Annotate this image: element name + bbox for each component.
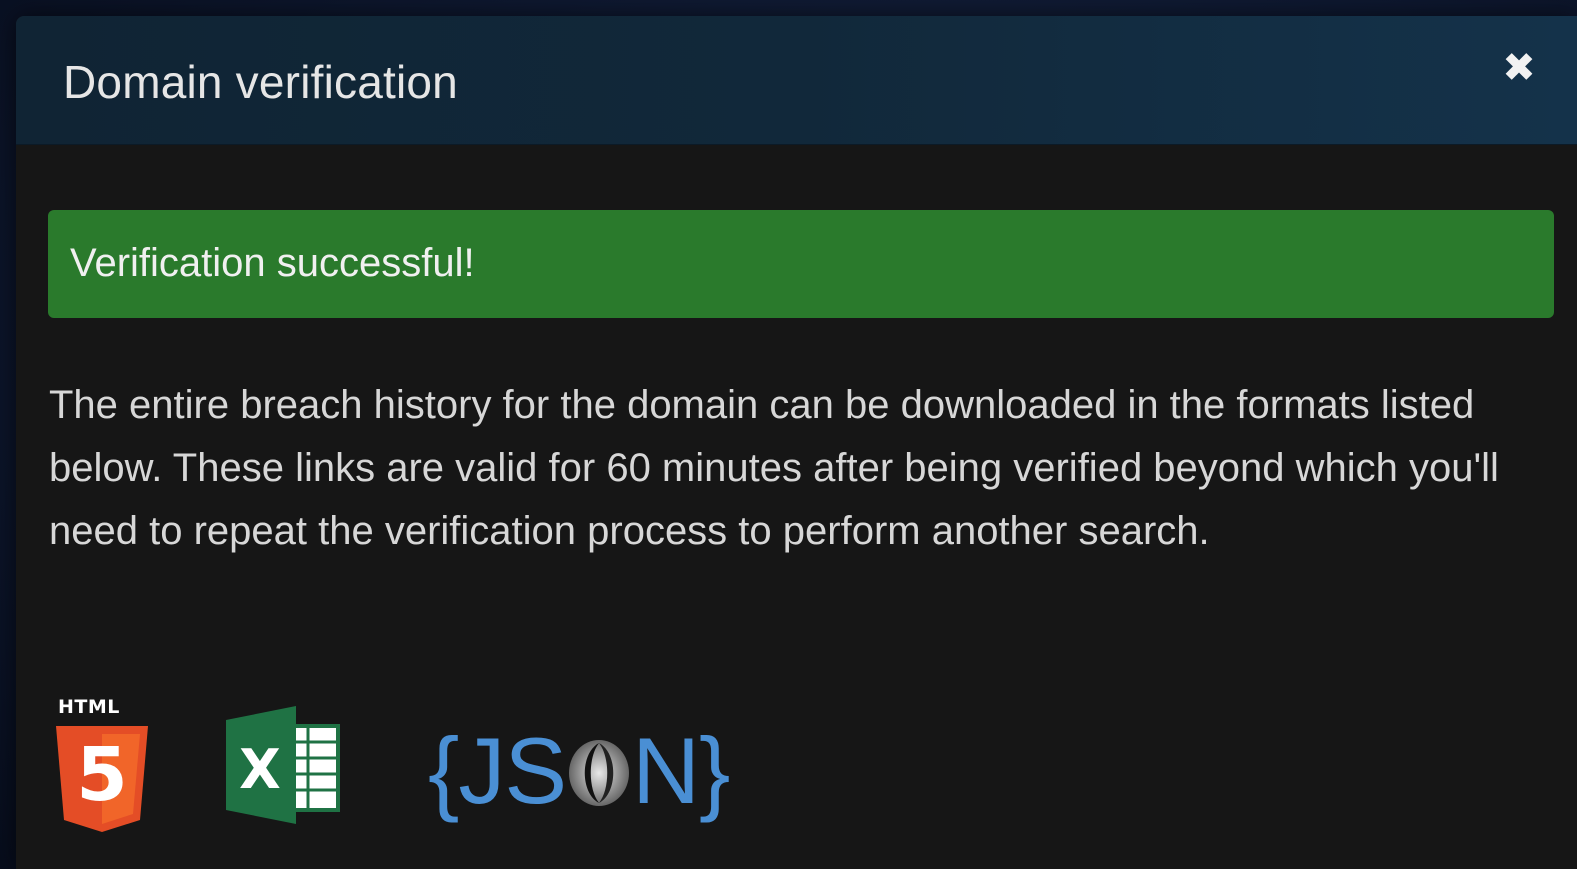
download-json-link[interactable]: {JS N}: [428, 716, 788, 826]
download-html-link[interactable]: HTML 5: [52, 696, 152, 832]
domain-verification-modal: Domain verification ✖ Verification succe…: [16, 16, 1577, 869]
json-suffix: N}: [632, 718, 730, 823]
html5-icon: 5: [56, 726, 148, 832]
excel-icon: X: [226, 706, 340, 824]
success-alert: Verification successful!: [48, 210, 1554, 318]
excel-letter: X: [239, 738, 281, 801]
download-excel-link[interactable]: X: [226, 706, 346, 824]
modal-header: Domain verification ✖: [16, 16, 1577, 145]
json-o-icon: [569, 740, 630, 806]
close-icon[interactable]: ✖: [1497, 46, 1541, 90]
json-prefix: {JS: [428, 718, 567, 823]
html5-digit: 5: [76, 732, 128, 818]
alert-text: Verification successful!: [70, 241, 475, 285]
modal-title: Domain verification: [63, 56, 458, 108]
description-text: The entire breach history for the domain…: [49, 383, 1499, 553]
json-icon: {JS N}: [428, 716, 730, 826]
download-links: HTML 5 X {JS N}: [52, 696, 952, 846]
